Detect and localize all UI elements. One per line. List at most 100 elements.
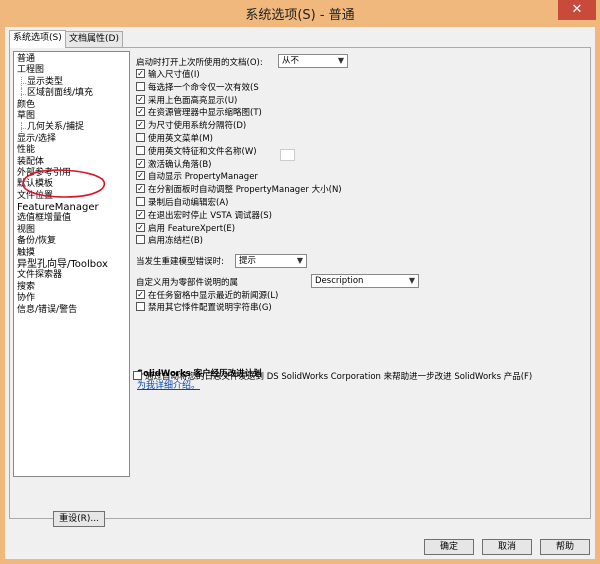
option-checkbox[interactable] [136,302,145,312]
tree-item[interactable]: 几何关系/捕捉 [14,122,129,135]
option-checkbox[interactable]: ✓ [136,69,145,78]
option-checkbox-label: 启用冻结栏(B) [148,236,203,247]
rebuild-error-label: 当发生重建模型错误时: [136,257,224,267]
option-checkbox[interactable]: ✓ [136,184,145,194]
tree-item[interactable]: 颜色 [14,100,129,111]
tab-system-options[interactable]: 系统选项(S) [9,30,66,48]
chevron-down-icon: ▼ [296,256,303,265]
tree-item[interactable]: 搜索 [14,282,129,293]
option-checkbox[interactable] [136,81,145,91]
cep-checkbox-row[interactable]: 通过自动将您的日志文件发送到 DS SolidWorks Corporation… [133,371,532,383]
tree-item[interactable]: 默认模板 [14,179,129,190]
option-checkbox-label: 自动显示 PropertyManager [148,172,258,183]
window-title: 系统选项(S) - 普通 [245,8,355,23]
option-checkbox-label: 为尺寸使用系统分隔符(D) [148,121,247,132]
option-checkbox-label: 在分割面板时自动调整 PropertyManager 大小(N) [148,185,342,196]
tree-item[interactable]: 信息/错误/警告 [14,305,129,316]
tree-item[interactable]: 工程图 [14,65,129,76]
option-checkbox-row[interactable]: 每选择一个命令仅一次有效(S [136,81,259,94]
tree-item[interactable]: 触摸 [14,248,129,259]
cep-checkbox[interactable] [133,371,142,380]
option-checkbox-label: 在资源管理器中显示缩略图(T) [148,108,262,119]
option-checkbox[interactable] [136,235,145,245]
option-checkbox-row[interactable]: ✓ 激活确认角落(B) [136,158,212,171]
tab-document-properties[interactable]: 文档属性(D) [65,31,123,48]
reset-button[interactable]: 重设(R)... [53,511,105,527]
option-checkbox[interactable]: ✓ [136,94,145,104]
option-checkbox-label: 禁用其它悸件配置说明字符串(G) [148,303,272,314]
close-button[interactable]: ✕ [558,0,596,20]
option-checkbox-row[interactable]: 录制后自动编辑宏(A) [136,197,228,209]
option-checkbox-row[interactable]: ✓ 启用 FeatureXpert(E) [136,222,236,235]
option-checkbox[interactable] [136,145,145,155]
tree-item[interactable]: 草图 [14,111,129,122]
tree-item[interactable]: 协作 [14,293,129,304]
tree-item[interactable]: 外部参考引用 [14,168,129,179]
tree-item[interactable]: 文件探索器 [14,270,129,281]
ok-button[interactable]: 确定 [424,539,474,555]
custom-property-dropdown[interactable]: Description ▼ [311,274,419,288]
option-checkbox-label: 启用 FeatureXpert(E) [148,223,236,234]
chevron-down-icon: ▼ [408,276,415,285]
tree-item[interactable]: 视图 [14,225,129,236]
option-checkbox-label: 在任务窗格中显示最近的新闻源(L) [148,291,279,301]
tree-item[interactable]: 性能 [14,145,129,156]
option-checkbox[interactable]: ✓ [136,209,145,219]
option-checkbox-row[interactable]: ✓ 为尺寸使用系统分隔符(D) [136,120,246,132]
option-checkbox-row[interactable]: ✓ 在分割面板时自动调整 PropertyManager 大小(N) [136,184,342,196]
tree-item[interactable]: 备份/恢复 [14,236,129,247]
option-checkbox-row[interactable]: ✓ 在资源管理器中显示缩略图(T) [136,107,262,119]
rebuild-error-value: 提示 [239,256,257,266]
tree-item[interactable]: 异型孔向导/Toolbox [14,259,129,270]
tree-item[interactable]: 区域剖面线/填充 [14,88,129,100]
option-checkbox-label: 使用英文特征和文件名称(W) [148,146,257,157]
option-checkbox-row[interactable]: 使用英文特征和文件名称(W) [136,145,257,158]
option-checkbox[interactable]: ✓ [136,120,145,130]
open-last-dropdown[interactable]: 从不 ▼ [278,54,348,68]
option-checkbox[interactable]: ✓ [136,290,145,299]
option-checkbox[interactable]: ✓ [136,158,145,168]
option-checkbox[interactable]: ✓ [136,171,145,181]
option-checkbox-label: 输入尺寸值(I) [148,70,200,80]
dialog-client: 系统选项(S) 文档属性(D) 普通 工程图 显示类型 区域剖面线/填充 颜色 草图 几何关… [5,27,595,559]
option-checkbox[interactable] [136,197,145,206]
cancel-button[interactable]: 取消 [482,539,532,555]
option-checkbox-label: 使用英文菜单(M) [148,134,213,144]
custom-property-value: Description [315,276,364,286]
option-checkbox-row[interactable]: ✓ 自动显示 PropertyManager [136,171,258,183]
option-checkbox-row[interactable]: 启用冻结栏(B) [136,235,203,247]
title-bar[interactable]: 系统选项(S) - 普通 ✕ [0,0,600,27]
option-checkbox-label: 录制后自动编辑宏(A) [148,198,229,208]
tree-item[interactable]: 显示/选择 [14,134,129,145]
tree-item[interactable]: 普通 [14,54,129,65]
separator-preview-box [280,149,295,161]
chevron-down-icon: ▼ [337,56,344,65]
tree-item[interactable]: FeatureManager [14,202,129,213]
option-checkbox-row[interactable]: ✓ 在退出宏时停止 VSTA 调试器(S) [136,209,272,222]
option-checkbox-row[interactable]: 禁用其它悸件配置说明字符串(G) [136,302,272,314]
option-checkbox[interactable]: ✓ [136,222,145,232]
option-checkbox-label: 每选择一个命令仅一次有效(S [148,82,259,93]
tree-item[interactable]: 文件位置 [14,191,129,202]
tab-panel: 普通 工程图 显示类型 区域剖面线/填充 颜色 草图 几何关系/捕捉 显示/选择 性能 装配体 外部… [9,47,591,527]
open-last-label: 启动时打开上次所使用的文档(O): [136,58,263,68]
option-checkbox-label: 在退出宏时停止 VSTA 调试器(S) [148,210,272,221]
open-last-value: 从不 [282,56,300,66]
option-checkbox-row[interactable]: ✓ 输入尺寸值(I) [136,69,200,81]
option-checkbox[interactable] [136,133,145,142]
options-tree[interactable]: 普通 工程图 显示类型 区域剖面线/填充 颜色 草图 几何关系/捕捉 显示/选择 性能 装配体 外部… [13,51,130,477]
tree-item[interactable]: 装配体 [14,157,129,168]
tree-item[interactable]: 显示类型 [14,76,129,89]
options-dialog: 系统选项(S) - 普通 ✕ 系统选项(S) 文档属性(D) 普通 工程图 显示类型… [0,0,600,564]
rebuild-error-dropdown[interactable]: 提示 ▼ [235,254,307,268]
option-checkbox-label: 采用上色面高亮显示(U) [148,95,238,106]
option-checkbox-label: 激活确认角落(B) [148,159,212,170]
tree-item[interactable]: 选值框增量值 [14,213,129,224]
cep-checkbox-label: 通过自动将您的日志文件发送到 DS SolidWorks Corporation… [145,372,533,382]
option-checkbox-row[interactable]: 使用英文菜单(M) [136,133,213,145]
help-button[interactable]: 帮助 [540,539,590,555]
option-checkbox-row[interactable]: ✓ 采用上色面高亮显示(U) [136,94,238,107]
custom-property-label: 自定义用为零部件说明的属 [136,278,239,288]
option-checkbox[interactable]: ✓ [136,107,145,117]
option-checkbox-row[interactable]: ✓ 在任务窗格中显示最近的新闻源(L) [136,290,278,302]
